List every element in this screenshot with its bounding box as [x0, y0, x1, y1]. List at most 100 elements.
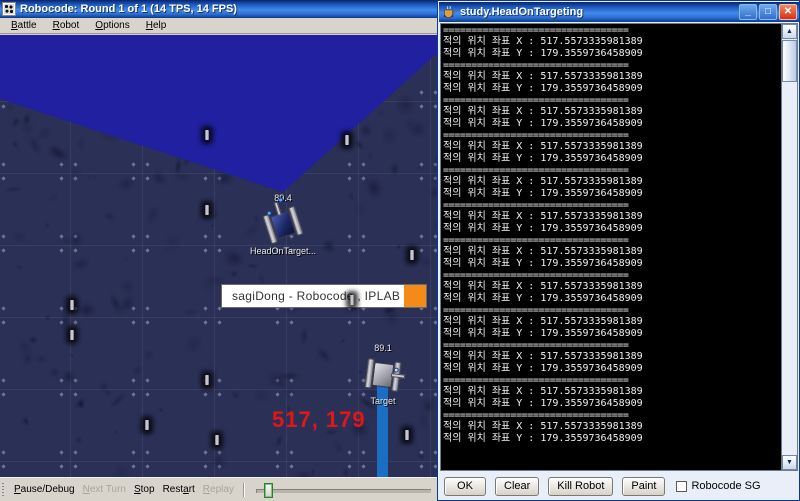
tile-corner-mark: [1, 306, 6, 311]
battlefield-debris: [168, 168, 197, 187]
log-line-x: 적의 위치 좌표 X : 517.5573335981389: [443, 351, 643, 362]
robocode-window-title: Robocode: Round 1 of 1 (14 TPS, 14 FPS): [20, 3, 237, 15]
tile-corner-mark: [419, 35, 424, 37]
battlefield-debris: [73, 297, 101, 323]
tile-corner-mark: [347, 248, 352, 253]
menu-robot[interactable]: Robot: [45, 18, 88, 33]
battlefield-debris: [121, 253, 132, 265]
robot-head-on-targeting[interactable]: 89.4 HeadOnTarget...: [250, 193, 316, 256]
battlefield-debris: [297, 322, 312, 351]
battlefield-debris: [32, 351, 51, 368]
battlefield-debris: [225, 385, 245, 406]
battlefield-debris: [116, 35, 151, 50]
battlefield-debris: [195, 107, 203, 115]
battlefield-debris: [414, 163, 424, 172]
bullet-sprite: [145, 420, 149, 430]
bullet-sprite: [205, 205, 209, 215]
tile-corner-mark: [217, 234, 222, 239]
tile-corner-mark: [289, 176, 294, 181]
tile-corner-mark: [203, 248, 208, 253]
tps-slider-thumb[interactable]: [263, 482, 273, 498]
log-separator: =================================: [443, 410, 629, 421]
paint-button[interactable]: Paint: [622, 476, 666, 496]
console-scrollbar[interactable]: ▲ ▼: [781, 24, 797, 470]
battlefield-debris: [60, 224, 92, 256]
battlefield-tiles: [0, 35, 437, 477]
robot-energy-label: 89.1: [374, 343, 392, 353]
battlefield-debris: [271, 431, 288, 452]
battlefield-debris: [111, 427, 122, 438]
tile-corner-mark: [217, 378, 222, 383]
battlefield-debris: [210, 159, 238, 191]
tile-corner-mark: [145, 104, 150, 109]
tile-corner-mark: [203, 234, 208, 239]
battlefield-debris: [206, 207, 224, 225]
battlefield-debris: [12, 261, 27, 274]
log-line-y: 적의 위치 좌표 Y : 179.3559736458909: [443, 153, 643, 164]
next-turn-button: Next Turn: [82, 483, 126, 495]
menu-options[interactable]: Options: [87, 18, 137, 33]
menu-battle[interactable]: Battle: [3, 18, 45, 33]
tile-corner-mark: [145, 450, 150, 455]
close-icon: ✕: [783, 6, 793, 17]
console-titlebar[interactable]: study.HeadOnTargeting _ □ ✕: [439, 2, 799, 22]
battlefield-debris: [393, 240, 404, 252]
log-line-x: 적의 위치 좌표 X : 517.5573335981389: [443, 71, 643, 82]
battlefield-debris: [157, 227, 187, 259]
tile-corner-mark: [59, 35, 64, 37]
scrollbar-thumb[interactable]: [782, 40, 797, 82]
stop-button[interactable]: Stop: [130, 480, 159, 500]
kill-robot-button[interactable]: Kill Robot: [548, 476, 614, 496]
tile-corner-mark: [73, 464, 78, 469]
log-separator: =================================: [443, 25, 629, 36]
robot-console-window: study.HeadOnTargeting _ □ ✕ ============…: [437, 0, 800, 501]
battlefield-debris: [314, 118, 357, 160]
minimize-icon: _: [745, 6, 751, 17]
battlefield-debris: [317, 234, 341, 259]
battlefield-debris: [176, 326, 213, 363]
menu-help[interactable]: Help: [138, 18, 175, 33]
tps-slider[interactable]: [250, 482, 431, 498]
checkbox-box[interactable]: [676, 480, 688, 492]
maximize-icon: □: [764, 6, 772, 17]
tile-corner-mark: [1, 320, 6, 325]
battlefield-debris: [72, 133, 90, 154]
tile-corner-mark: [419, 464, 424, 469]
java-coffee-cup-icon: [442, 5, 456, 19]
clear-button[interactable]: Clear: [495, 476, 540, 496]
menu-robot-label: obot: [59, 20, 80, 31]
ok-button[interactable]: OK: [444, 476, 486, 496]
console-button-bar: OK Clear Kill Robot Paint Robocode SG: [440, 473, 798, 499]
scroll-up-icon[interactable]: ▲: [782, 24, 797, 39]
robocode-sg-checkbox[interactable]: Robocode SG: [676, 480, 761, 492]
scroll-down-icon[interactable]: ▼: [782, 455, 797, 470]
tile-corner-mark: [361, 162, 366, 167]
battlefield-canvas[interactable]: 89.4 HeadOnTarget... 89.1 Target sagiDon…: [0, 35, 437, 477]
tile-corner-mark: [347, 392, 352, 397]
tile-corner-mark: [347, 450, 352, 455]
restart-button[interactable]: Restart: [159, 480, 199, 500]
menu-battle-label: attle: [17, 20, 37, 31]
robocode-titlebar[interactable]: Robocode: Round 1 of 1 (14 TPS, 14 FPS): [0, 0, 437, 18]
tps-slider-track: [255, 488, 431, 493]
console-output-area[interactable]: ================================= 적의 위치 좌…: [440, 23, 798, 471]
battlefield-debris: [309, 340, 339, 371]
log-line-x: 적의 위치 좌표 X : 517.5573335981389: [443, 211, 643, 222]
toolbar-drag-grip[interactable]: [2, 482, 7, 497]
tile-corner-mark: [1, 90, 6, 95]
bullet-sprite: [205, 375, 209, 385]
minimize-button[interactable]: _: [739, 4, 757, 20]
robot-info-text: sagiDong - Robocode , IPLAB: [232, 289, 401, 303]
console-window-title: study.HeadOnTargeting: [460, 6, 584, 18]
maximize-button[interactable]: □: [759, 4, 777, 20]
tile-corner-mark: [347, 35, 352, 37]
battlefield-debris: [282, 460, 323, 477]
pause-debug-button[interactable]: Pause/Debug: [10, 480, 79, 500]
tile-corner-mark: [1, 378, 6, 383]
robot-name-label: Target: [370, 396, 396, 406]
robot-target[interactable]: 89.1 Target: [364, 343, 406, 406]
robot-color-swatch: [404, 285, 426, 307]
tile-corner-mark: [361, 450, 366, 455]
close-button[interactable]: ✕: [779, 4, 797, 20]
tile-corner-mark: [145, 90, 150, 95]
